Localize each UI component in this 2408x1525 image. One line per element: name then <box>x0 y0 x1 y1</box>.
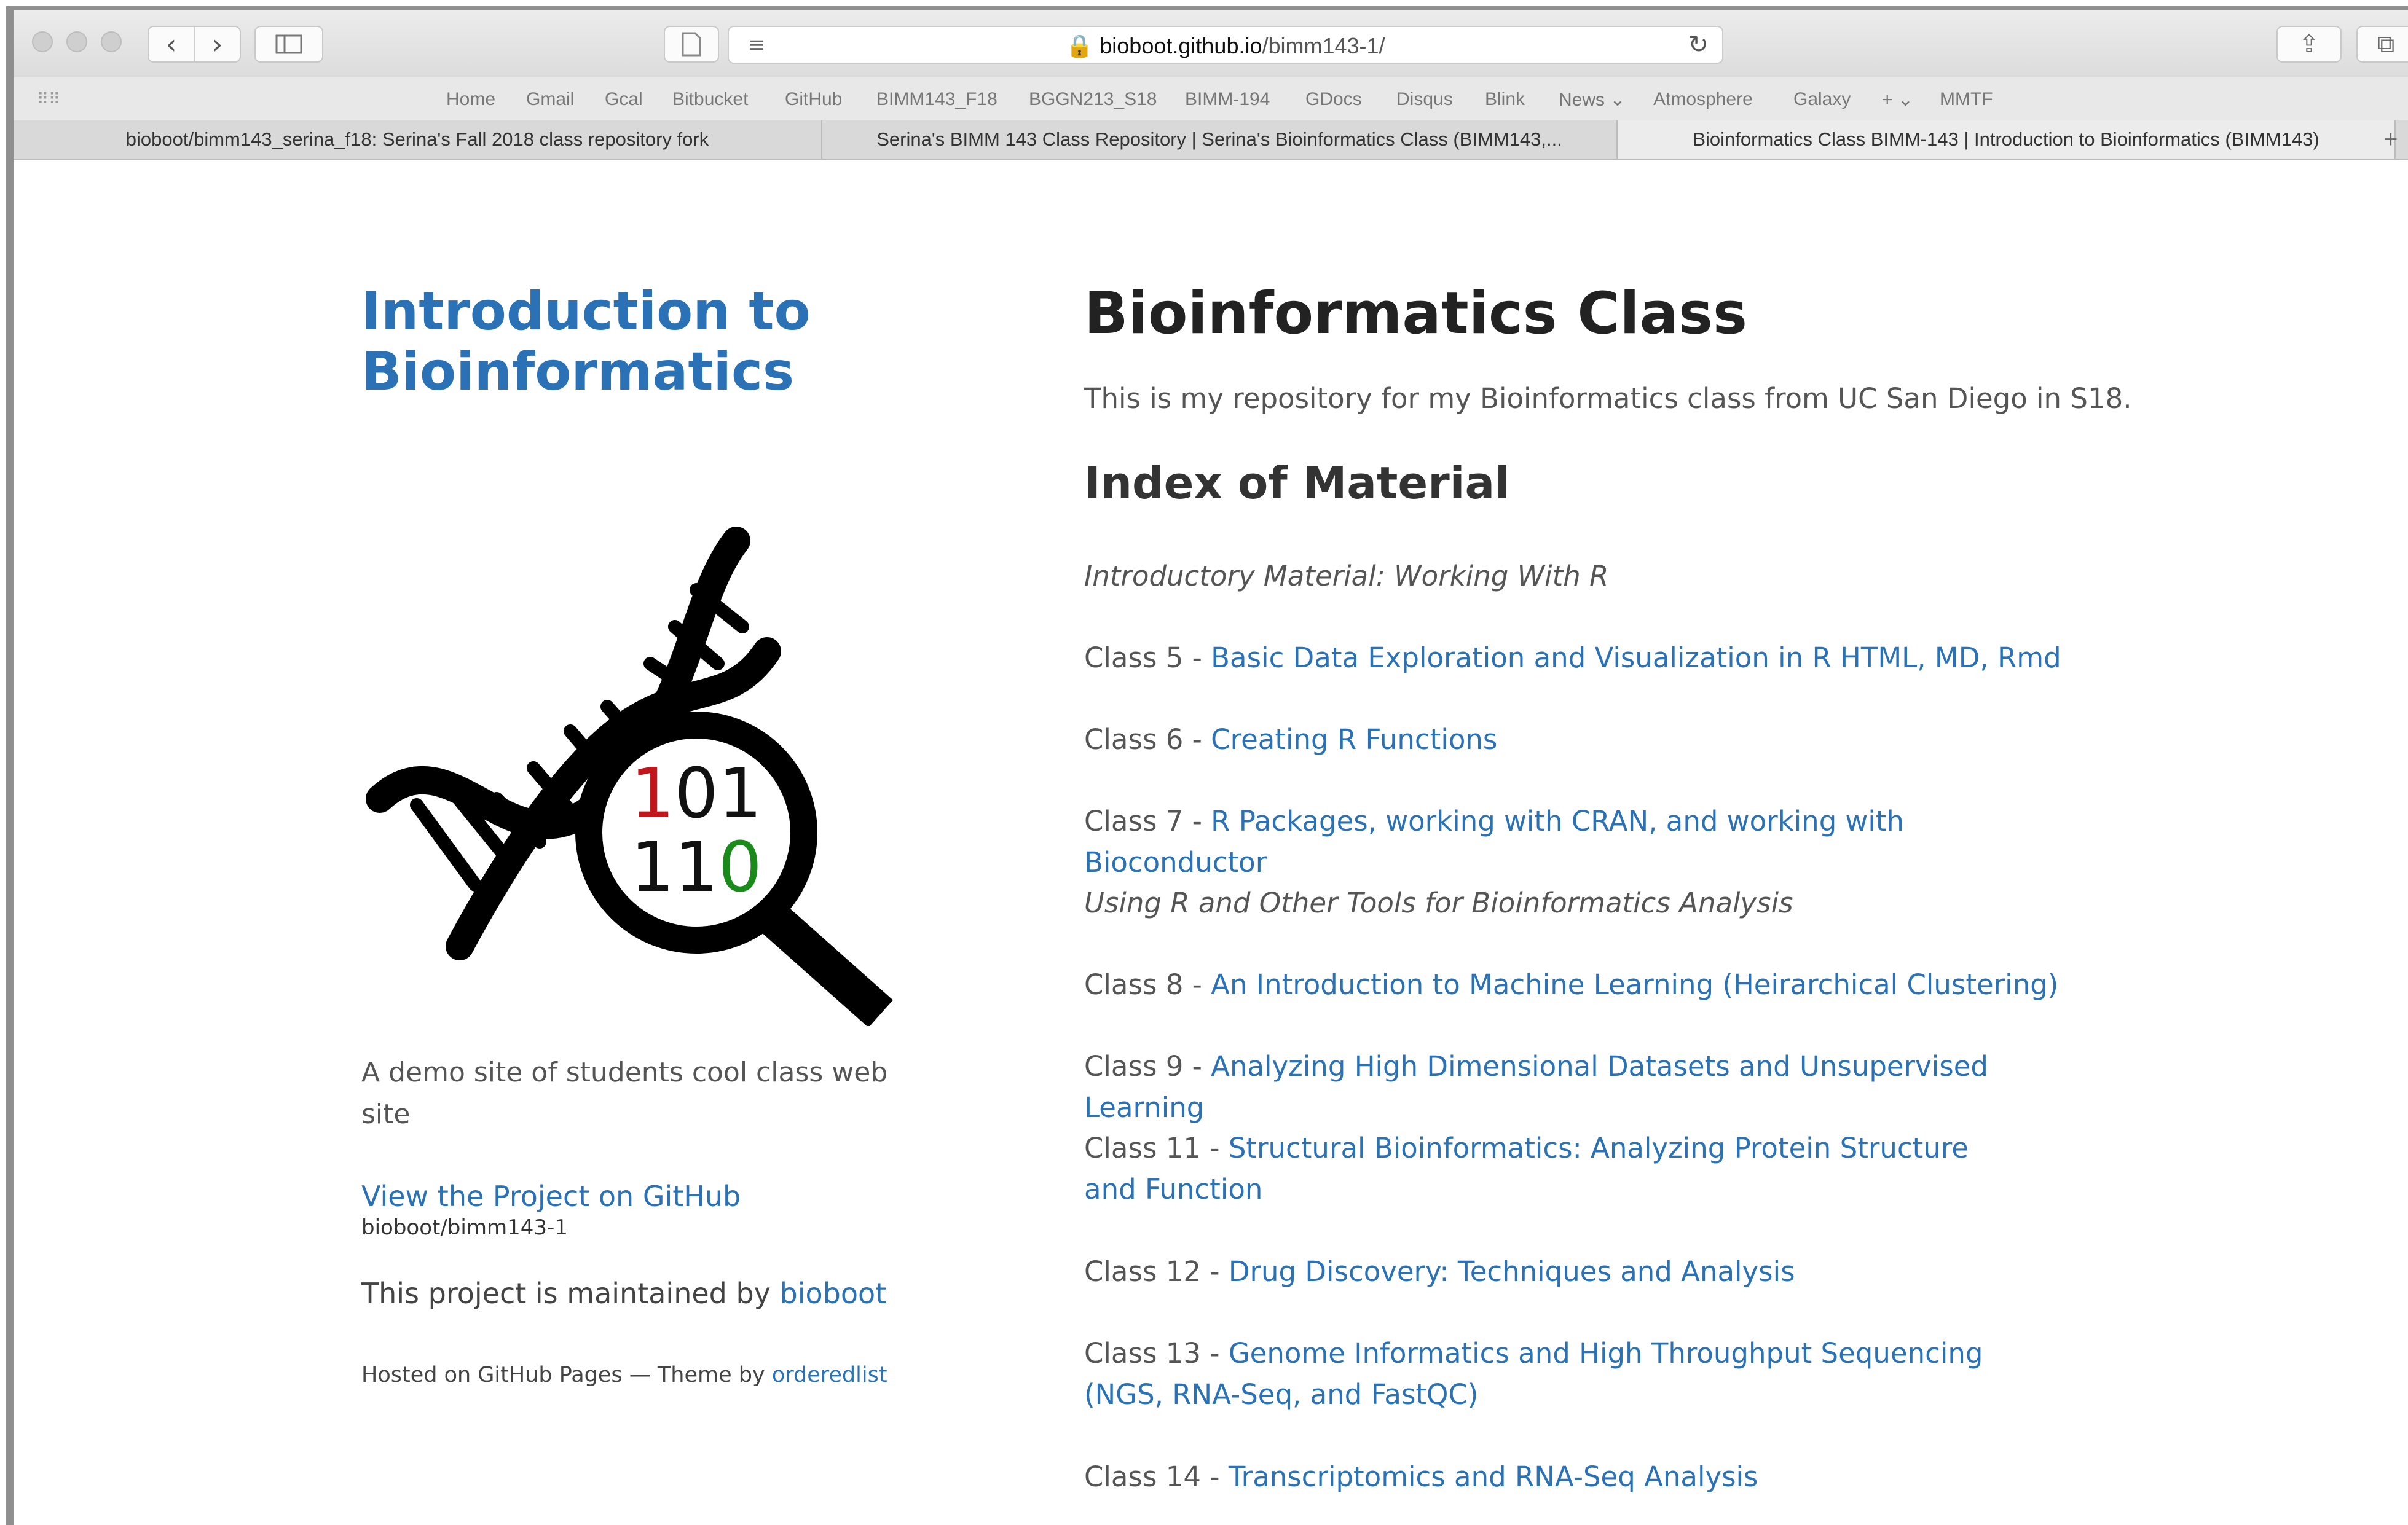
tab-bar: bioboot/bimm143_serina_f18: Serina's Fal… <box>14 120 2408 160</box>
fav-bimm143-f18[interactable]: BIMM143_F18 <box>876 89 997 110</box>
minimize-window-button[interactable] <box>66 31 87 52</box>
fav-gmail[interactable]: Gmail <box>526 89 574 110</box>
class-label: Class 6 - <box>1084 723 1211 756</box>
logo-digits-row1: 101 <box>631 754 762 834</box>
list-item: Class 14 - Transcriptomics and RNA-Seq A… <box>1084 1456 2092 1497</box>
forward-icon[interactable]: › <box>194 27 240 61</box>
main-title: Bioinformatics Class <box>1084 280 1747 347</box>
section-heading: Introductory Material: Working With R <box>1084 560 1609 592</box>
maintained-prefix: This project is maintained by <box>361 1277 771 1310</box>
fav-plus[interactable]: + ⌄ <box>1882 89 1913 111</box>
fav-plus-label: + <box>1882 90 1893 110</box>
index-title: Index of Material <box>1084 457 1510 509</box>
magnifier-icon: 101 110 <box>575 712 893 1026</box>
url-text[interactable]: 🔒 bioboot.github.io/bimm143-1/ <box>729 33 1722 59</box>
fav-galaxy[interactable]: Galaxy <box>1793 89 1851 110</box>
fav-bimm-194[interactable]: BIMM-194 <box>1185 89 1270 110</box>
back-icon[interactable]: ‹ <box>149 27 194 61</box>
tab-3-active[interactable]: Bioinformatics Class BIMM-143 | Introduc… <box>1618 120 2396 159</box>
md-link[interactable]: MD <box>1935 641 1980 674</box>
fav-gcal[interactable]: Gcal <box>605 89 643 110</box>
list-item: Class 6 - Creating R Functions <box>1084 719 2092 760</box>
maintainer-link[interactable]: bioboot <box>780 1277 887 1310</box>
fav-mmtf[interactable]: MMTF <box>1940 89 1993 110</box>
fav-disqus[interactable]: Disqus <box>1396 89 1453 110</box>
url-path: /bimm143-1/ <box>1262 33 1385 58</box>
reader-icon[interactable] <box>664 26 719 63</box>
class-label: Class 11 - <box>1084 1132 1229 1164</box>
hosted-prefix: Hosted on GitHub Pages — Theme by <box>361 1363 765 1387</box>
zoom-window-button[interactable] <box>101 31 122 52</box>
class-label: Class 13 - <box>1084 1337 1229 1370</box>
share-icon[interactable]: ⇪ <box>2276 26 2342 63</box>
fav-news[interactable]: News ⌄ <box>1559 89 1626 111</box>
list-item: Class 8 - An Introduction to Machine Lea… <box>1084 964 2092 1005</box>
class-label: Class 12 - <box>1084 1255 1229 1288</box>
class-label: Class 5 - <box>1084 641 1211 674</box>
fav-gdocs[interactable]: GDocs <box>1305 89 1362 110</box>
maintainer-line: This project is maintained by bioboot <box>361 1277 886 1310</box>
close-window-button[interactable] <box>32 31 53 52</box>
nav-buttons: ‹ › <box>148 26 241 63</box>
site-title[interactable]: Introduction to Bioinformatics <box>361 281 915 402</box>
page-content: Introduction to Bioinformatics 101 110 A… <box>14 160 2408 1525</box>
new-tab-icon[interactable]: + <box>2383 120 2408 159</box>
tabs-overview-icon[interactable]: ⧉ <box>2356 26 2408 63</box>
class-link[interactable]: Analyzing High Dimensional Datasets and … <box>1084 1050 1988 1124</box>
class-label: Class 8 - <box>1084 968 1211 1001</box>
fav-bitbucket[interactable]: Bitbucket <box>672 89 748 110</box>
fav-github[interactable]: GitHub <box>785 89 842 110</box>
hosted-footer: Hosted on GitHub Pages — Theme by ordere… <box>361 1363 887 1387</box>
class-link[interactable]: Transcriptomics and RNA-Seq Analysis <box>1229 1460 1758 1493</box>
chevron-down-icon: ⌄ <box>1897 90 1914 110</box>
view-on-github-link[interactable]: View the Project on GitHub <box>361 1180 741 1213</box>
class-link[interactable]: Creating R Functions <box>1211 723 1497 756</box>
address-bar[interactable]: ≡ 🔒 bioboot.github.io/bimm143-1/ ↻ <box>728 26 1723 64</box>
fav-home[interactable]: Home <box>446 89 495 110</box>
class-label: Class 14 - <box>1084 1460 1229 1493</box>
list-item: Class 11 - Structural Bioinformatics: An… <box>1084 1127 1981 1210</box>
url-host: bioboot.github.io <box>1100 33 1262 58</box>
reload-icon[interactable]: ↻ <box>1688 31 1709 59</box>
list-item: Class 5 - Basic Data Exploration and Vis… <box>1084 637 2092 678</box>
screen: ‹ › ≡ 🔒 bioboot.github.io/bimm143-1/ ↻ ⇪… <box>0 0 2408 1525</box>
site-tagline: A demo site of students cool class web s… <box>361 1057 888 1130</box>
fav-atmosphere[interactable]: Atmosphere <box>1653 89 1753 110</box>
class-link[interactable]: Basic Data Exploration and Visualization… <box>1211 641 1832 674</box>
list-item: Class 13 - Genome Informatics and High T… <box>1084 1333 2006 1415</box>
github-repo-name: bioboot/bimm143-1 <box>361 1215 568 1240</box>
comma: , <box>1980 641 1997 674</box>
browser-toolbar: ‹ › ≡ 🔒 bioboot.github.io/bimm143-1/ ↻ ⇪… <box>14 10 2408 79</box>
class-link[interactable]: An Introduction to Machine Learning (Hei… <box>1211 968 2058 1001</box>
list-item: Class 9 - Analyzing High Dimensional Dat… <box>1084 1046 2092 1128</box>
favorites-bar: ⠿⠿ Home Gmail Gcal Bitbucket GitHub BIMM… <box>14 77 2408 122</box>
html-link[interactable]: HTML <box>1840 641 1917 674</box>
tab-2[interactable]: Serina's BIMM 143 Class Repository | Ser… <box>822 120 1618 159</box>
intro-text: This is my repository for my Bioinformat… <box>1084 382 2132 415</box>
browser-window: ‹ › ≡ 🔒 bioboot.github.io/bimm143-1/ ↻ ⇪… <box>6 6 2408 1525</box>
fav-bggn213-s18[interactable]: BGGN213_S18 <box>1029 89 1157 110</box>
chevron-down-icon: ⌄ <box>1610 90 1626 110</box>
sidebar-icon[interactable] <box>254 26 323 63</box>
lock-icon: 🔒 <box>1066 33 1094 58</box>
theme-author-link[interactable]: orderedlist <box>772 1363 887 1387</box>
logo-digits-row2: 110 <box>631 828 762 908</box>
bimm-logo: 101 110 <box>366 527 893 1026</box>
class-label: Class 9 - <box>1084 1050 1211 1083</box>
fav-news-label: News <box>1559 90 1605 110</box>
comma: , <box>1917 641 1935 674</box>
list-item: Class 7 - R Packages, working with CRAN,… <box>1084 801 2092 883</box>
rmd-link[interactable]: Rmd <box>1997 641 2061 674</box>
class-link[interactable]: Drug Discovery: Techniques and Analysis <box>1229 1255 1795 1288</box>
fav-blink[interactable]: Blink <box>1485 89 1525 110</box>
apps-grid-icon[interactable]: ⠿⠿ <box>37 90 61 108</box>
list-item: Class 12 - Drug Discovery: Techniques an… <box>1084 1251 2092 1292</box>
tab-1[interactable]: bioboot/bimm143_serina_f18: Serina's Fal… <box>14 120 822 159</box>
section-heading: Using R and Other Tools for Bioinformati… <box>1084 887 1793 919</box>
class-label: Class 7 - <box>1084 805 1211 837</box>
